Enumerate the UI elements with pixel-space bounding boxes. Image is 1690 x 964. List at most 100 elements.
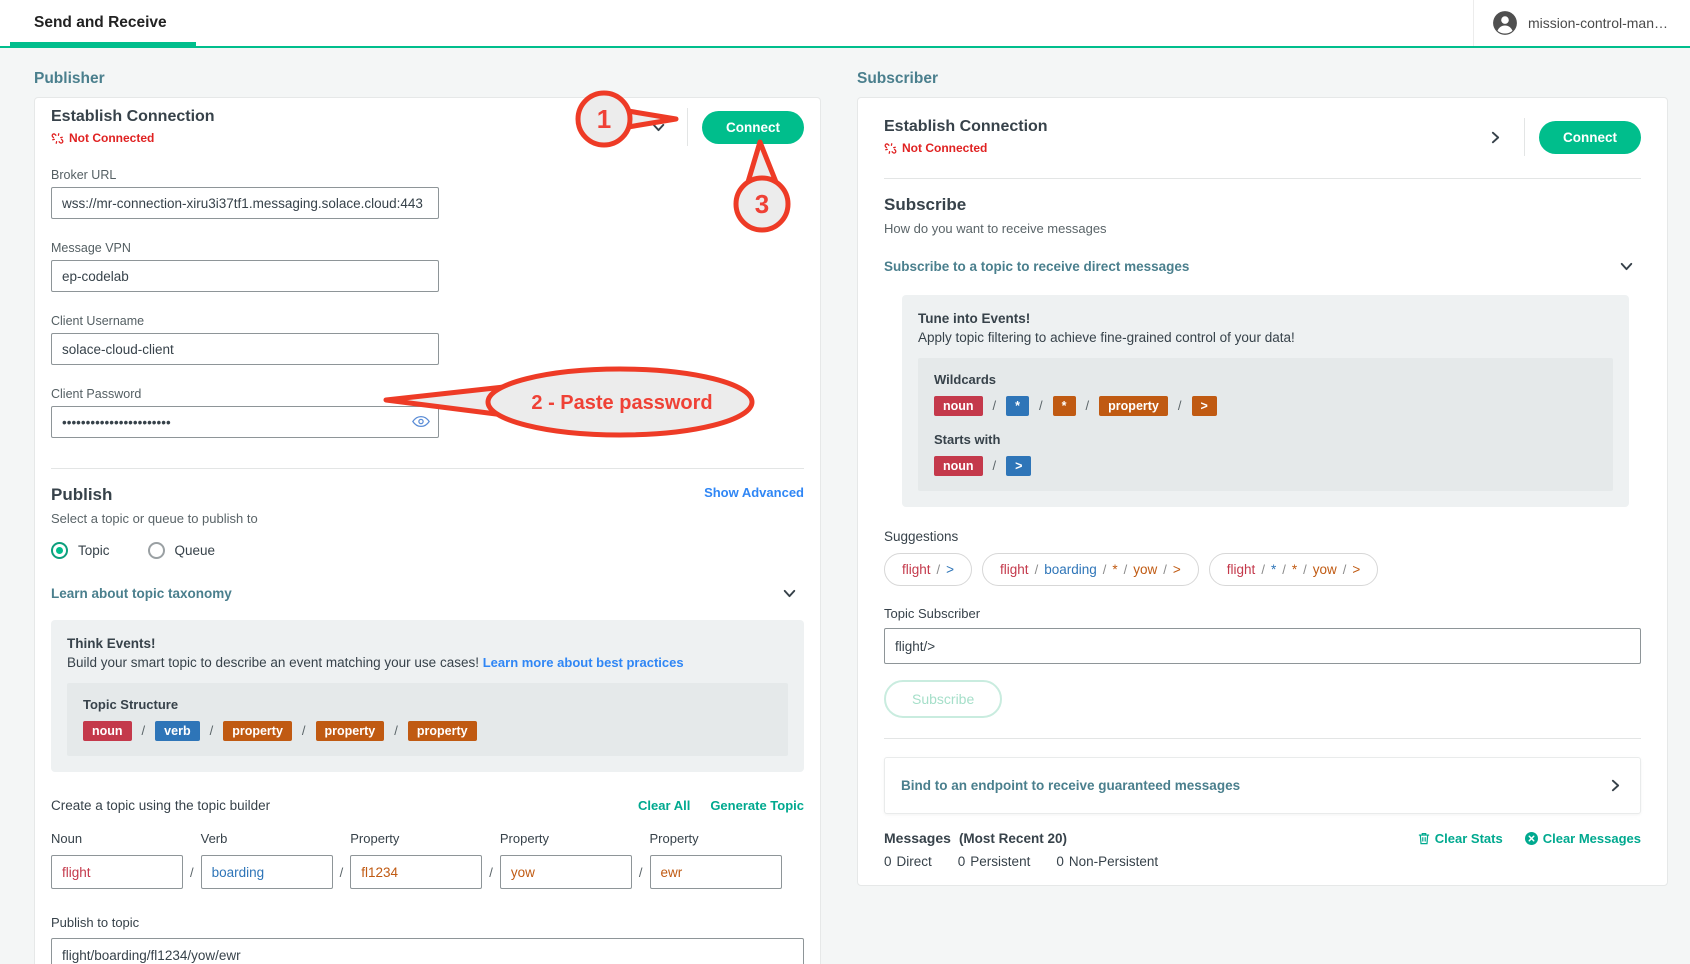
bind-endpoint-row[interactable]: Bind to an endpoint to receive guarantee…	[884, 757, 1641, 814]
builder-property2-group: Property	[500, 831, 632, 889]
taxonomy-collapse-chevron[interactable]	[775, 579, 804, 608]
publisher-connection-actions: Connect	[644, 108, 804, 146]
direct-messages-link[interactable]: Subscribe to a topic to receive direct m…	[884, 259, 1189, 274]
topic-subscriber-input[interactable]	[884, 628, 1641, 664]
badge-noun: noun	[934, 456, 983, 476]
topic-subscriber-label: Topic Subscriber	[884, 606, 1641, 621]
slash-separator	[340, 865, 344, 880]
show-advanced-link[interactable]: Show Advanced	[704, 485, 804, 500]
show-password-eye-icon[interactable]	[412, 415, 430, 433]
publish-to-topic-label: Publish to topic	[51, 915, 804, 930]
subscriber-panel: Subscriber Establish Connection Not Conn…	[857, 60, 1668, 964]
builder-noun-label: Noun	[51, 831, 183, 846]
section-divider	[51, 468, 804, 469]
radio-topic-label: Topic	[78, 543, 110, 558]
builder-property1-label: Property	[350, 831, 482, 846]
builder-noun-group: Noun	[51, 831, 183, 889]
clear-stats-link[interactable]: Clear Stats	[1418, 831, 1503, 846]
best-practices-link[interactable]: Learn more about best practices	[483, 655, 684, 670]
slash-separator	[1035, 562, 1039, 577]
collapse-connection-chevron[interactable]	[644, 113, 673, 142]
topic-subscriber-group: Topic Subscriber	[884, 606, 1641, 664]
radio-queue[interactable]: Queue	[148, 542, 216, 559]
connection-status: Not Connected	[884, 141, 1048, 155]
client-username-input[interactable]	[51, 333, 439, 365]
expand-connection-chevron[interactable]	[1481, 123, 1510, 152]
builder-property3-group: Property	[650, 831, 782, 889]
message-vpn-input[interactable]	[51, 260, 439, 292]
badge-verb: verb	[155, 721, 199, 741]
slash-separator	[1343, 562, 1347, 577]
status-text: Not Connected	[902, 141, 987, 155]
badge-gt: >	[1006, 456, 1031, 476]
user-menu[interactable]: mission-control-man…	[1473, 0, 1690, 46]
publisher-connect-button[interactable]: Connect	[702, 111, 804, 144]
client-password-label: Client Password	[51, 387, 804, 401]
client-password-input[interactable]	[51, 406, 439, 438]
stat-persistent: 0 Persistent	[958, 854, 1031, 869]
suggestion-chip-1[interactable]: flight >	[884, 553, 972, 586]
builder-property1-input[interactable]	[350, 855, 482, 889]
chip-segment: *	[1112, 562, 1117, 577]
topbar: Send and Receive mission-control-man…	[0, 0, 1690, 48]
taxonomy-link[interactable]: Learn about topic taxonomy	[51, 586, 232, 601]
publish-subtitle: Select a topic or queue to publish to	[51, 511, 258, 526]
chip-segment: yow	[1313, 562, 1337, 577]
tune-into-events-box: Tune into Events! Apply topic filtering …	[902, 295, 1629, 507]
radio-queue-control[interactable]	[148, 542, 165, 559]
publish-to-topic-input[interactable]	[51, 938, 804, 964]
suggestion-chip-2[interactable]: flight boarding * yow >	[982, 553, 1199, 586]
stat-count: 0	[884, 854, 892, 869]
send-and-receive-app: Send and Receive mission-control-man… Pu…	[0, 0, 1690, 964]
slash-separator	[1163, 562, 1167, 577]
establish-connection-title: Establish Connection	[884, 118, 1048, 136]
generate-topic-link[interactable]: Generate Topic	[710, 798, 804, 813]
direct-messages-collapse-chevron[interactable]	[1612, 252, 1641, 281]
chip-segment: boarding	[1044, 562, 1097, 577]
clear-stats-label: Clear Stats	[1435, 831, 1503, 846]
user-avatar-icon	[1492, 10, 1518, 36]
radio-topic[interactable]: Topic	[51, 542, 110, 559]
builder-property3-input[interactable]	[650, 855, 782, 889]
publisher-card: Establish Connection Not Connected	[34, 97, 821, 964]
connection-status: Not Connected	[51, 131, 215, 145]
stat-direct: 0 Direct	[884, 854, 932, 869]
stat-label: Persistent	[970, 854, 1030, 869]
subscriber-connection-actions: Connect	[1481, 118, 1641, 156]
subscribe-section-header: Subscribe How do you want to receive mes…	[884, 195, 1641, 236]
suggestion-chip-3[interactable]: flight * * yow >	[1209, 553, 1378, 586]
builder-noun-input[interactable]	[51, 855, 183, 889]
publish-title: Publish	[51, 485, 258, 505]
status-text: Not Connected	[69, 131, 154, 145]
builder-verb-input[interactable]	[201, 855, 333, 889]
slash-separator	[1282, 562, 1286, 577]
clear-all-link[interactable]: Clear All	[638, 798, 690, 813]
tab-send-and-receive[interactable]: Send and Receive	[34, 0, 167, 46]
password-wrapper	[51, 406, 439, 438]
bind-endpoint-link: Bind to an endpoint to receive guarantee…	[901, 778, 1240, 793]
slash-separator	[1103, 562, 1107, 577]
user-name: mission-control-man…	[1528, 15, 1668, 31]
stat-label: Non-Persistent	[1069, 854, 1158, 869]
stat-label: Direct	[897, 854, 932, 869]
broker-url-input[interactable]	[51, 187, 439, 219]
tab-label: Send and Receive	[34, 14, 167, 32]
subscriber-heading: Subscriber	[857, 70, 1668, 88]
subscribe-button[interactable]: Subscribe	[884, 680, 1002, 718]
main: Publisher Establish Connection Not Conne…	[0, 48, 1690, 964]
radio-topic-control[interactable]	[51, 542, 68, 559]
direct-messages-row: Subscribe to a topic to receive direct m…	[884, 252, 1641, 281]
slash-separator	[302, 722, 306, 740]
section-divider	[884, 178, 1641, 179]
publish-to-topic-group: Publish to topic	[51, 915, 804, 964]
topic-structure-box: Topic Structure noun verb property prope…	[67, 683, 788, 756]
wildcards-label: Wildcards	[934, 372, 1597, 387]
builder-property2-input[interactable]	[500, 855, 632, 889]
publisher-connection-header: Establish Connection Not Connected	[51, 108, 804, 146]
subscriber-connect-button[interactable]: Connect	[1539, 121, 1641, 154]
clear-messages-link[interactable]: Clear Messages	[1525, 831, 1641, 846]
badge-star: *	[1053, 396, 1076, 416]
chip-segment: *	[1271, 562, 1276, 577]
chip-segment: flight	[902, 562, 931, 577]
stat-count: 0	[1056, 854, 1064, 869]
